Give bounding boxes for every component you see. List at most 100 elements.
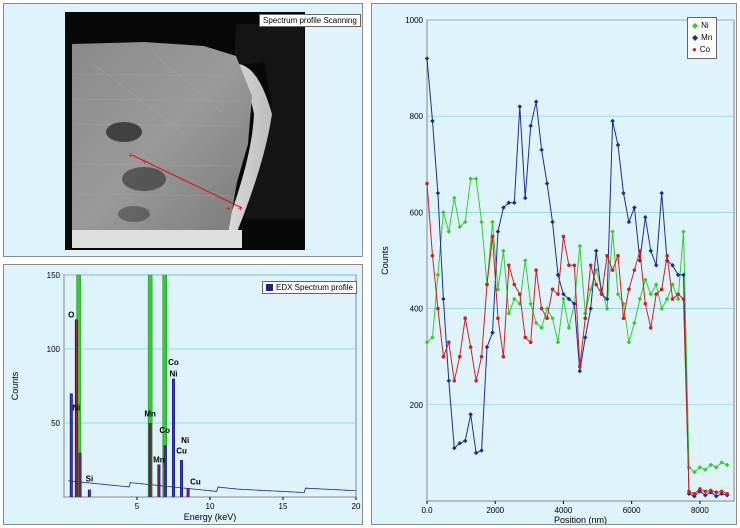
data-point-co <box>698 487 702 491</box>
legend-item-co: ● Co <box>692 44 712 56</box>
edx-legend-label: EDX Spectrum profile <box>276 283 353 292</box>
data-point-co <box>594 282 598 287</box>
edx-xtick-label: 5 <box>135 502 140 511</box>
line-ylabel: Counts <box>380 246 390 275</box>
data-point-co <box>561 234 566 239</box>
data-point-co <box>621 316 626 321</box>
data-point-co <box>501 354 506 359</box>
line-ytick-label: 600 <box>410 208 424 217</box>
edx-legend-swatch <box>266 284 273 291</box>
data-point-co <box>485 282 489 287</box>
data-point-co <box>709 488 713 493</box>
data-point-co <box>425 181 429 186</box>
data-point-co <box>528 340 533 345</box>
ni-marker-icon: ◆ <box>692 21 699 30</box>
edx-ytick-label: 50 <box>51 419 60 428</box>
line-xtick-label: 8000 <box>691 506 709 515</box>
data-point-co <box>517 292 522 296</box>
data-point-co <box>556 292 560 296</box>
data-point-co <box>523 335 528 340</box>
data-point-co <box>599 292 604 296</box>
edx-peak-annotation: Co <box>168 358 179 367</box>
line-profile-chart: 200 400 600 800 1000 0.0 2000 4000 6000 8000 Posit… <box>380 16 735 524</box>
data-point-co <box>643 301 648 306</box>
edx-chart: 501001505 10 15 20ONiSiMnCoMnCoNiNiCuCuEner… <box>10 271 361 522</box>
line-ytick-label: 1000 <box>405 16 423 25</box>
line-xtick-label: 2000 <box>486 506 504 515</box>
data-point-co <box>616 253 620 258</box>
data-point-co <box>676 292 680 296</box>
data-point-co <box>447 340 451 345</box>
edx-peak-annotation: Cu <box>176 447 187 456</box>
data-point-co <box>539 306 544 311</box>
edx-peak-annotation: Ni <box>181 436 189 445</box>
line-profile-panel: 200 400 600 800 1000 0.0 2000 4000 6000 8000 Posit… <box>371 3 737 525</box>
data-point-co <box>490 234 495 239</box>
edx-peak-annotation: Co <box>159 426 170 435</box>
image-label: Spectrum profile Scanning <box>259 14 361 27</box>
data-point-co <box>687 489 691 494</box>
edx-legend: EDX Spectrum profile <box>262 281 357 294</box>
edx-peak-annotation: O <box>68 310 74 319</box>
data-point-co <box>648 326 653 330</box>
edx-plot-area <box>63 274 357 498</box>
data-point-co <box>512 282 517 287</box>
data-point-co <box>583 316 588 321</box>
data-point-co <box>610 268 615 272</box>
edx-xtick-label: 10 <box>206 502 215 511</box>
svg-text:+: + <box>128 151 133 160</box>
sample-bottom-band <box>72 230 242 248</box>
line-legend: ◆ Ni ◆ Mn ● Co <box>687 17 718 59</box>
edx-peak-annotation: Si <box>86 475 94 484</box>
data-point-co <box>670 297 675 301</box>
sem-image-panel: + + + + Spectrum profile Scanning <box>3 3 363 257</box>
sem-image: + + + + <box>65 12 305 250</box>
data-point-co <box>507 263 511 268</box>
edx-peak-annotation: Mn <box>153 455 165 464</box>
legend-mn-label: Mn <box>701 33 713 42</box>
legend-item-mn: ◆ Mn <box>692 32 712 44</box>
line-xtick-label: 6000 <box>623 506 641 515</box>
data-point-co <box>654 292 659 296</box>
line-xtick-label: 0.0 <box>421 506 433 515</box>
data-point-co <box>578 364 582 369</box>
data-point-co <box>550 287 555 292</box>
edx-xtick-label: 20 <box>352 502 361 511</box>
data-point-co <box>659 287 664 292</box>
svg-text:+: + <box>226 204 231 213</box>
data-point-co <box>725 491 729 496</box>
data-point-co <box>496 316 500 321</box>
edx-ytick-label: 100 <box>47 345 61 354</box>
legend-item-ni: ◆ Ni <box>692 20 712 32</box>
edx-xlabel: Energy (keV) <box>184 512 237 522</box>
data-point-co <box>479 354 484 359</box>
data-point-co <box>703 489 708 494</box>
edx-peak-annotation: Ni <box>170 370 178 379</box>
edx-peak-annotation: Cu <box>190 478 201 487</box>
edx-spectrum-panel: 50 100 150 5 10 15 20 O Ni Si Mn Co Mn Co Ni Ni Cu Cu Ener… <box>3 264 363 525</box>
line-xtick-label: 4000 <box>555 506 573 515</box>
data-point-co <box>545 316 549 321</box>
edx-ytick-label: 150 <box>47 271 61 280</box>
data-point-co <box>441 354 446 359</box>
line-ytick-label: 200 <box>410 401 424 410</box>
svg-text:+: + <box>238 204 243 213</box>
data-point-co <box>567 263 571 268</box>
data-point-co <box>474 378 478 383</box>
edx-xtick-label: 15 <box>279 502 288 511</box>
data-point-co <box>627 287 631 292</box>
svg-text:+: + <box>142 157 147 166</box>
line-ytick-label: 400 <box>410 305 424 314</box>
mn-marker-icon: ◆ <box>692 33 699 42</box>
data-point-co <box>605 253 609 258</box>
data-point-co <box>572 263 577 268</box>
data-point-co <box>436 306 440 311</box>
line-ytick-label: 800 <box>410 112 424 121</box>
data-point-co <box>632 268 637 272</box>
data-point-co <box>534 268 538 272</box>
legend-ni-label: Ni <box>701 21 709 30</box>
data-point-co <box>468 345 473 349</box>
data-point-co <box>719 489 724 494</box>
data-point-co <box>638 249 642 253</box>
sample-grain <box>72 42 252 234</box>
